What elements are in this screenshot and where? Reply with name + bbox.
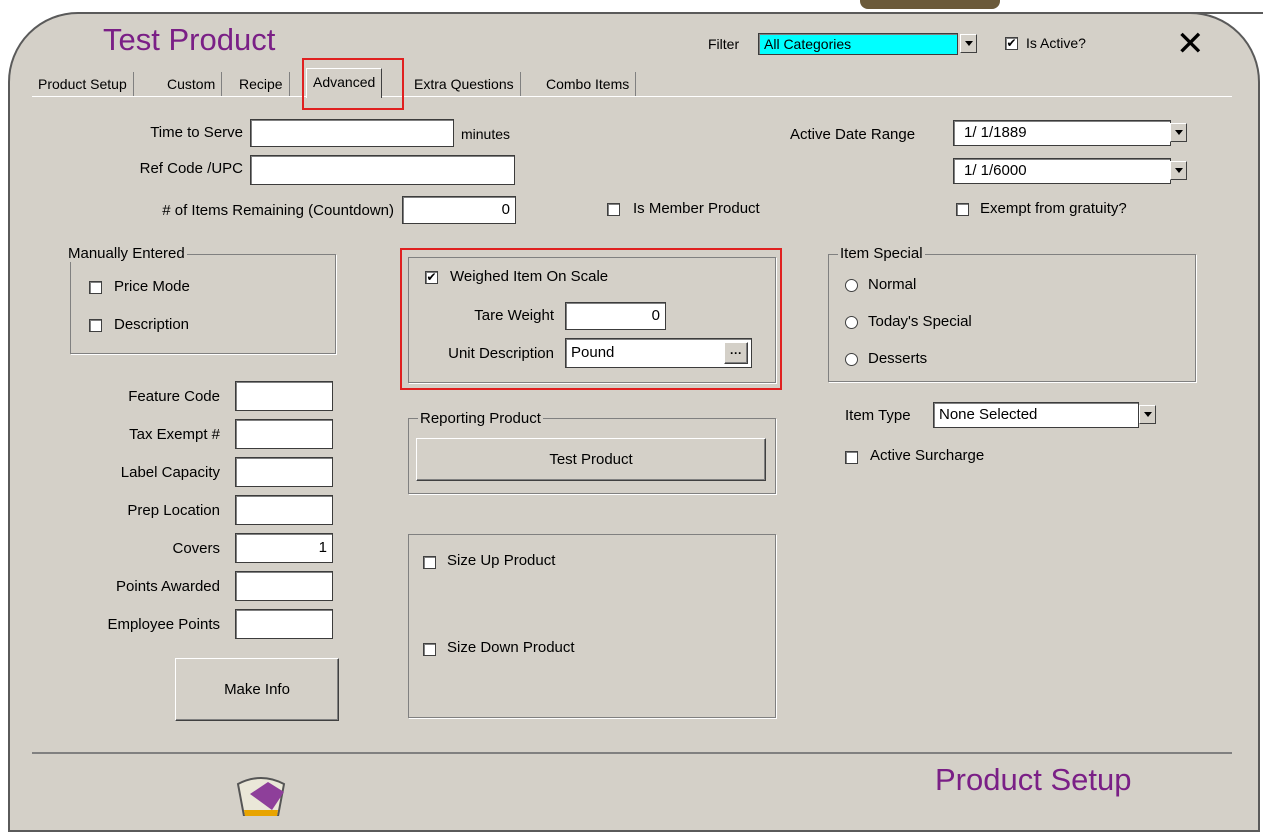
start-date-dropdown[interactable] xyxy=(1170,123,1187,142)
panel-bottom-divider xyxy=(32,752,1232,754)
is-member-label: Is Member Product xyxy=(633,200,760,217)
is-member-checkbox[interactable] xyxy=(607,203,620,216)
advanced-tab-highlight xyxy=(302,58,404,110)
label-capacity-label: Label Capacity xyxy=(120,464,220,481)
time-to-serve-label: Time to Serve xyxy=(150,124,243,141)
manually-entered-group xyxy=(70,254,336,354)
size-down-checkbox[interactable] xyxy=(423,643,436,656)
active-date-range-label: Active Date Range xyxy=(790,126,916,143)
unit-description-browse-button[interactable]: ··· xyxy=(724,342,748,364)
time-to-serve-input[interactable] xyxy=(250,119,454,147)
close-icon[interactable]: ✕ xyxy=(1176,24,1205,64)
item-type-dropdown[interactable] xyxy=(1139,405,1156,424)
reporting-product-title: Reporting Product xyxy=(418,410,543,427)
tax-exempt-input[interactable] xyxy=(235,419,333,449)
filter-label: Filter xyxy=(708,36,740,52)
filter-dropdown-button[interactable] xyxy=(960,34,977,53)
employee-points-input[interactable] xyxy=(235,609,333,639)
active-surcharge-checkbox[interactable] xyxy=(845,451,858,464)
end-date-input[interactable]: 1/ 1/6000 xyxy=(953,158,1171,184)
tab-product-setup[interactable]: Product Setup xyxy=(32,72,134,96)
points-awarded-input[interactable] xyxy=(235,571,333,601)
feature-code-input[interactable] xyxy=(235,381,333,411)
tab-recipe[interactable]: Recipe xyxy=(233,72,290,96)
size-down-label: Size Down Product xyxy=(447,639,575,656)
is-active-checkbox[interactable]: ✔ xyxy=(1005,37,1018,50)
covers-input[interactable]: 1 xyxy=(235,533,333,563)
filter-select[interactable]: All Categories xyxy=(758,33,958,55)
items-remaining-input[interactable]: 0 xyxy=(402,196,516,224)
manually-entered-title: Manually Entered xyxy=(66,245,187,262)
size-up-label: Size Up Product xyxy=(447,552,556,569)
prep-location-input[interactable] xyxy=(235,495,333,525)
employee-points-label: Employee Points xyxy=(107,616,220,633)
points-awarded-label: Points Awarded xyxy=(116,578,220,595)
unit-description-label: Unit Description xyxy=(448,345,554,362)
todays-special-radio[interactable] xyxy=(845,316,858,329)
reporting-product-button[interactable]: Test Product xyxy=(416,438,766,481)
item-type-select[interactable]: None Selected xyxy=(933,402,1139,428)
desserts-radio[interactable] xyxy=(845,353,858,366)
size-up-checkbox[interactable] xyxy=(423,556,436,569)
footer-title: Product Setup xyxy=(935,762,1132,797)
tab-combo-items[interactable]: Combo Items xyxy=(540,72,637,96)
end-date-dropdown[interactable] xyxy=(1170,161,1187,180)
ref-code-input[interactable] xyxy=(250,155,515,185)
description-label: Description xyxy=(114,316,190,333)
window-title: Test Product xyxy=(103,22,276,57)
items-remaining-label: # of Items Remaining (Countdown) xyxy=(162,202,394,219)
exempt-gratuity-checkbox[interactable] xyxy=(956,203,969,216)
item-special-title: Item Special xyxy=(838,245,925,262)
normal-label: Normal xyxy=(868,276,917,293)
weighed-item-label: Weighed Item On Scale xyxy=(450,268,609,285)
feature-code-label: Feature Code xyxy=(128,388,220,405)
prep-location-label: Prep Location xyxy=(127,502,220,519)
covers-label: Covers xyxy=(172,540,220,557)
active-surcharge-label: Active Surcharge xyxy=(870,447,985,464)
exempt-gratuity-label: Exempt from gratuity? xyxy=(980,200,1127,217)
price-mode-checkbox[interactable] xyxy=(89,281,102,294)
tax-exempt-label: Tax Exempt # xyxy=(129,426,220,443)
tab-custom[interactable]: Custom xyxy=(161,72,223,96)
price-mode-label: Price Mode xyxy=(114,278,190,295)
label-capacity-input[interactable] xyxy=(235,457,333,487)
todays-special-label: Today's Special xyxy=(868,313,972,330)
normal-radio[interactable] xyxy=(845,279,858,292)
product-logo-icon xyxy=(232,770,290,817)
decorative-image xyxy=(860,0,1000,9)
tab-extra-questions[interactable]: Extra Questions xyxy=(408,72,521,96)
start-date-input[interactable]: 1/ 1/1889 xyxy=(953,120,1171,146)
tare-weight-input[interactable]: 0 xyxy=(565,302,666,330)
ref-code-label: Ref Code /UPC xyxy=(139,160,243,177)
tab-strip-line xyxy=(32,96,1232,97)
minutes-label: minutes xyxy=(461,126,511,142)
make-info-button[interactable]: Make Info xyxy=(175,658,339,721)
is-active-label: Is Active? xyxy=(1026,35,1086,51)
tare-weight-label: Tare Weight xyxy=(474,307,554,324)
item-type-label: Item Type xyxy=(845,407,911,424)
desserts-label: Desserts xyxy=(868,350,928,367)
description-checkbox[interactable] xyxy=(89,319,102,332)
weighed-item-checkbox[interactable]: ✔ xyxy=(425,271,438,284)
